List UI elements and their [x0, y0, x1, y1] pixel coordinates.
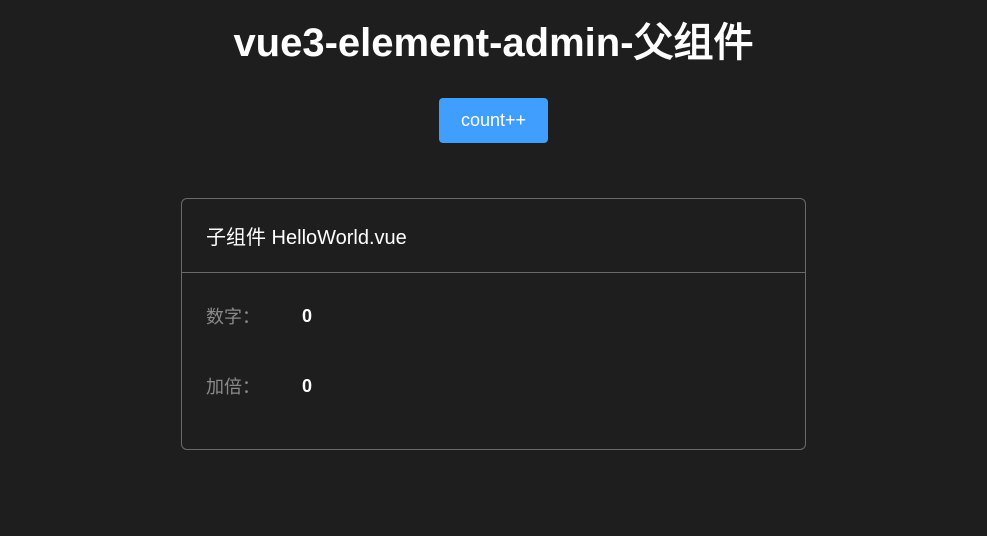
double-value: 0: [302, 376, 312, 397]
number-row: 数字： 0: [206, 303, 781, 329]
card-header: 子组件 HelloWorld.vue: [182, 199, 805, 273]
count-increment-button[interactable]: count++: [439, 98, 548, 143]
child-component-card: 子组件 HelloWorld.vue 数字： 0 加倍： 0: [181, 198, 806, 450]
card-body: 数字： 0 加倍： 0: [182, 273, 805, 449]
number-label: 数字：: [206, 303, 286, 329]
main-container: vue3-element-admin-父组件 count++ 子组件 Hello…: [0, 0, 987, 450]
number-value: 0: [302, 306, 312, 327]
double-row: 加倍： 0: [206, 373, 781, 399]
double-label: 加倍：: [206, 373, 286, 399]
page-title: vue3-element-admin-父组件: [233, 10, 753, 68]
